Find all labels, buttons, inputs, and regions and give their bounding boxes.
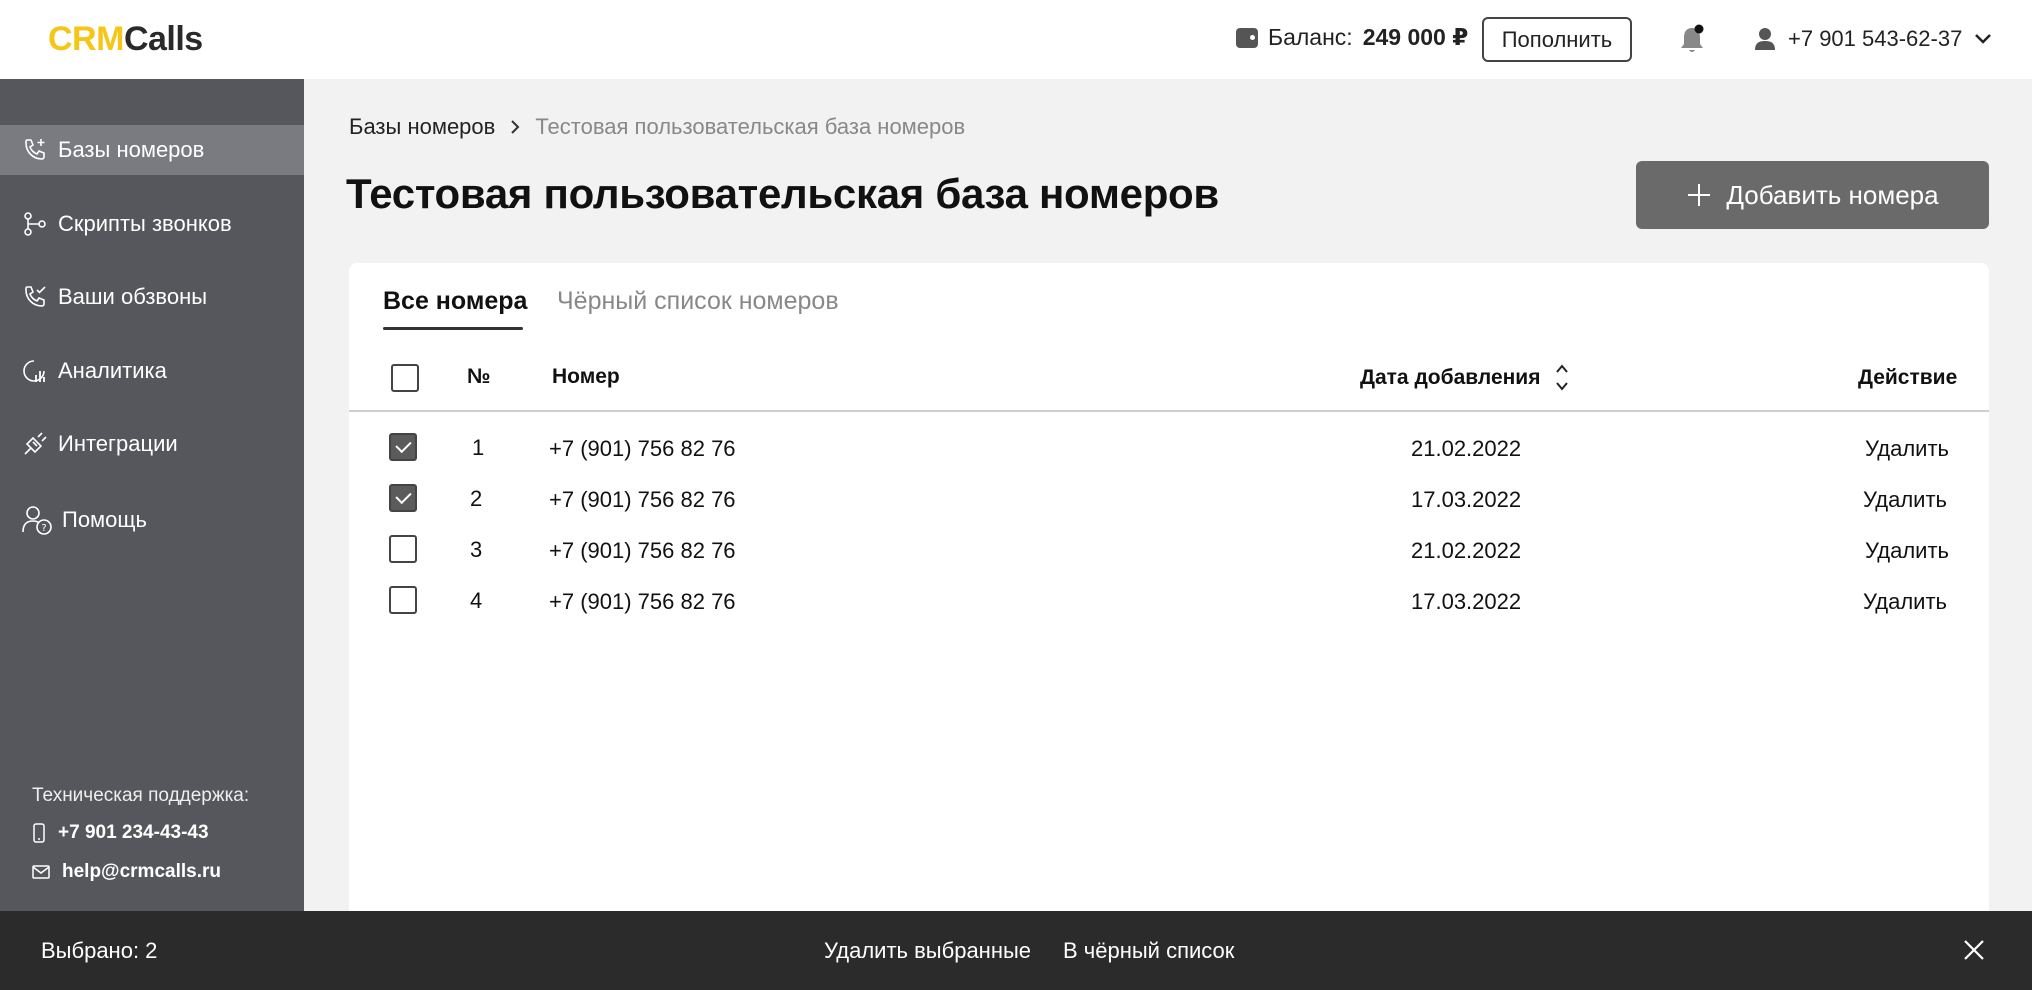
col-header-number: Номер [552, 365, 620, 388]
row-delete-link[interactable]: Удалить [1863, 487, 1947, 513]
user-help-icon: ? [22, 506, 52, 535]
sidebar-item-integrations[interactable]: Интеграции [0, 419, 304, 469]
row-number: +7 (901) 756 82 76 [549, 589, 736, 614]
user-menu[interactable]: +7 901 543-62-37 [1754, 26, 1992, 52]
mail-icon [32, 865, 50, 879]
phone-plus-icon [25, 139, 45, 160]
mobile-icon [33, 823, 45, 843]
row-num: 3 [470, 537, 483, 562]
row-delete-link[interactable]: Удалить [1863, 589, 1947, 615]
balance-label: Баланс: [1268, 24, 1353, 50]
tab-active-indicator [383, 327, 523, 330]
row-num: 1 [472, 435, 485, 460]
sort-icon[interactable] [1555, 363, 1569, 393]
row-checkbox[interactable] [389, 433, 417, 461]
add-numbers-label: Добавить номера [1726, 179, 1939, 210]
sidebar-item-bases[interactable]: Базы номеров [0, 125, 304, 175]
row-checkbox[interactable] [389, 484, 417, 512]
col-header-num: № [467, 365, 491, 388]
tab-blacklist[interactable]: Чёрный список номеров [557, 287, 839, 316]
row-checkbox[interactable] [389, 586, 417, 614]
row-date: 21.02.2022 [1411, 538, 1522, 563]
row-delete-link[interactable]: Удалить [1865, 436, 1949, 462]
row-number: +7 (901) 756 82 76 [549, 538, 736, 563]
sidebar-item-label: Аналитика [58, 358, 167, 383]
logo[interactable]: CRMCalls [48, 20, 203, 59]
support-email-row[interactable]: help@crmcalls.ru [32, 861, 221, 883]
selection-action-bar: Выбрано: 2 Удалить выбранные В чёрный сп… [0, 911, 2032, 990]
row-number: +7 (901) 756 82 76 [549, 487, 736, 512]
row-num: 4 [470, 588, 483, 613]
sidebar-item-label: Интеграции [58, 431, 178, 456]
analytics-icon [23, 360, 45, 382]
chevron-right-icon [511, 120, 520, 134]
balance: Баланс: 249 000 ₽ [1236, 24, 1468, 51]
bell-icon[interactable] [1678, 24, 1706, 56]
breadcrumb-parent[interactable]: Базы номеров [349, 114, 495, 140]
col-header-action: Действие [1858, 366, 1958, 389]
sidebar-item-scripts[interactable]: Скрипты звонков [0, 199, 304, 249]
support-title: Техническая поддержка: [32, 785, 250, 806]
breadcrumb: Базы номеров Тестовая пользовательская б… [349, 114, 965, 140]
plus-icon [1688, 184, 1711, 206]
user-icon [1755, 28, 1775, 50]
support-phone-row[interactable]: +7 901 234-43-43 [32, 822, 209, 844]
selected-count: Выбрано: 2 [41, 938, 158, 963]
delete-selected-button[interactable]: Удалить выбранные [824, 938, 1031, 964]
topup-button[interactable]: Пополнить [1482, 17, 1632, 62]
numbers-card: Все номера Чёрный список номеров № Номер… [349, 263, 1989, 923]
support-email: help@crmcalls.ru [62, 861, 221, 882]
breadcrumb-current: Тестовая пользовательская база номеров [535, 114, 966, 139]
plug-icon [24, 432, 47, 455]
balance-amount: 249 000 ₽ [1362, 24, 1469, 50]
support-phone: +7 901 234-43-43 [58, 822, 209, 843]
row-delete-link[interactable]: Удалить [1865, 538, 1949, 564]
chevron-down-icon [1975, 34, 1992, 44]
logo-calls: Calls [123, 20, 203, 58]
logo-crm: CRM [48, 20, 124, 58]
sidebar-item-label: Скрипты звонков [58, 211, 232, 236]
row-date: 17.03.2022 [1411, 487, 1522, 512]
sidebar-item-label: Базы номеров [58, 137, 205, 162]
close-icon[interactable] [1962, 938, 1986, 962]
page-title: Тестовая пользовательская база номеров [346, 170, 1219, 217]
row-date: 21.02.2022 [1411, 436, 1522, 461]
table-header-divider [349, 410, 1989, 412]
flow-icon [24, 212, 46, 236]
svg-text:?: ? [41, 523, 46, 534]
row-num: 2 [470, 486, 483, 511]
top-header: CRMCalls Баланс: 249 000 ₽ Пополнить +7 … [0, 0, 2032, 79]
select-all-checkbox[interactable] [391, 364, 419, 392]
sidebar-item-label: Помощь [62, 507, 147, 532]
row-number: +7 (901) 756 82 76 [549, 436, 736, 461]
to-blacklist-button[interactable]: В чёрный список [1063, 938, 1234, 964]
row-date: 17.03.2022 [1411, 589, 1522, 614]
add-numbers-button[interactable]: Добавить номера [1636, 161, 1989, 229]
col-header-date[interactable]: Дата добавления [1360, 366, 1540, 390]
wallet-icon [1236, 27, 1258, 48]
sidebar-item-analytics[interactable]: Аналитика [0, 346, 304, 396]
tab-all-numbers[interactable]: Все номера [383, 287, 527, 316]
sidebar-item-help[interactable]: ? Помощь [0, 495, 304, 545]
user-phone: +7 901 543-62-37 [1788, 26, 1963, 51]
sidebar-item-label: Ваши обзвоны [58, 284, 208, 309]
row-checkbox[interactable] [389, 535, 417, 563]
sidebar: Базы номеров Скрипты звонков Ваши обзвон… [0, 79, 304, 911]
phone-check-icon [25, 286, 46, 307]
sidebar-item-campaigns[interactable]: Ваши обзвоны [0, 272, 304, 322]
